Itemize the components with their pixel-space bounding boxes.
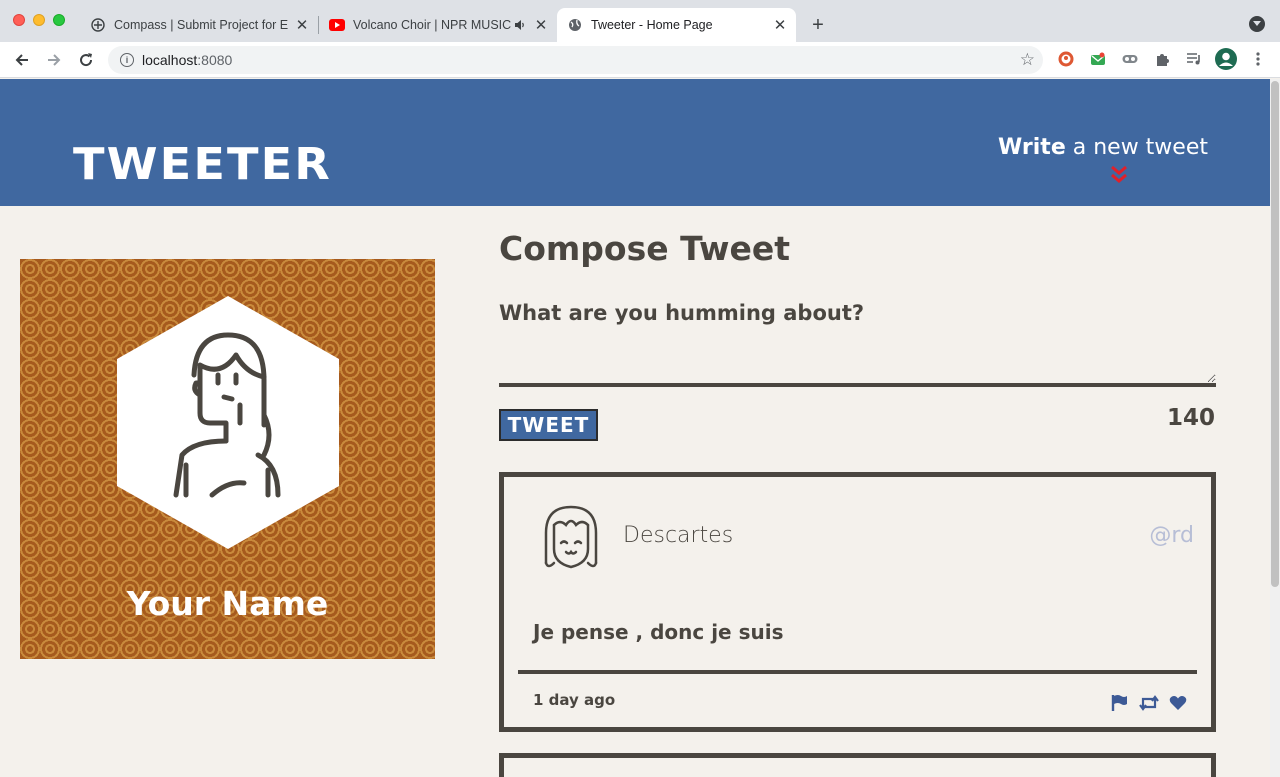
- tweeter-logo[interactable]: TWEETER: [73, 139, 332, 190]
- url-host: localhost: [142, 52, 198, 68]
- close-window-button[interactable]: [13, 14, 25, 26]
- reload-icon[interactable]: [76, 50, 96, 70]
- tweet-author-handle: @rd: [1149, 523, 1194, 548]
- double-chevron-down-icon[interactable]: [1110, 165, 1128, 185]
- address-bar[interactable]: i localhost:8080 ☆: [108, 46, 1043, 74]
- tweet-card-partial: [499, 753, 1216, 777]
- tab-search-icon[interactable]: [1249, 16, 1265, 32]
- browser-tab-tweeter[interactable]: Tweeter - Home Page ✕: [557, 8, 796, 42]
- compass-icon: [90, 17, 106, 33]
- write-new-tweet-link[interactable]: Write a new tweet: [998, 135, 1208, 160]
- reader-extension-icon[interactable]: [1121, 50, 1139, 68]
- browser-menu-icon[interactable]: [1249, 50, 1267, 68]
- profile-name: Your Name: [126, 584, 329, 623]
- flag-icon[interactable]: [1109, 693, 1129, 713]
- write-link-rest: a new tweet: [1065, 135, 1208, 160]
- forward-arrow-icon[interactable]: [44, 50, 64, 70]
- scrollbar-thumb[interactable]: [1271, 81, 1279, 587]
- url-text: localhost:8080: [142, 52, 232, 68]
- tweet-text-input[interactable]: [499, 331, 1216, 387]
- tab-title: Volcano Choir | NPR MUSIC: [353, 18, 512, 32]
- media-queue-icon[interactable]: [1185, 50, 1203, 68]
- extensions-puzzle-icon[interactable]: [1153, 50, 1171, 68]
- tweet-author-avatar-icon: [544, 505, 598, 569]
- minimize-window-button[interactable]: [33, 14, 45, 26]
- write-link-bold: Write: [998, 135, 1066, 160]
- maximize-window-button[interactable]: [53, 14, 65, 26]
- browser-tab-bar: Compass | Submit Project for E ✕ Volcano…: [0, 0, 1280, 42]
- profile-avatar-icon[interactable]: [1215, 48, 1237, 70]
- close-tab-icon[interactable]: ✕: [772, 17, 788, 34]
- youtube-icon: [329, 17, 345, 33]
- tweet-divider: [518, 670, 1197, 674]
- tweet-author-name: Descartes: [623, 523, 734, 548]
- character-counter: 140: [1166, 405, 1215, 431]
- page-scrollbar[interactable]: [1270, 79, 1280, 777]
- duckduckgo-extension-icon[interactable]: [1057, 50, 1075, 68]
- mail-extension-icon[interactable]: [1089, 50, 1107, 68]
- browser-toolbar: i localhost:8080 ☆: [0, 42, 1280, 78]
- profile-avatar: [117, 296, 339, 549]
- retweet-icon[interactable]: [1137, 693, 1161, 713]
- tweet-timestamp: 1 day ago: [533, 691, 616, 709]
- heart-icon[interactable]: [1168, 693, 1188, 713]
- tweet-submit-button[interactable]: TWEET: [499, 409, 598, 441]
- bookmark-star-icon[interactable]: ☆: [1020, 50, 1035, 70]
- back-arrow-icon[interactable]: [12, 50, 32, 70]
- browser-tab-compass[interactable]: Compass | Submit Project for E ✕: [80, 8, 318, 42]
- browser-tab-volcano-choir[interactable]: Volcano Choir | NPR MUSIC ✕: [319, 8, 557, 42]
- compose-prompt-label: What are you humming about?: [499, 301, 865, 325]
- new-tab-button[interactable]: +: [806, 13, 830, 37]
- site-info-icon[interactable]: i: [120, 53, 134, 67]
- url-port: :8080: [197, 52, 233, 68]
- site-header: TWEETER Write a new tweet: [0, 79, 1270, 206]
- close-tab-icon[interactable]: ✕: [294, 17, 310, 34]
- compose-tweet-title: Compose Tweet: [499, 229, 790, 268]
- tab-title: Tweeter - Home Page: [591, 18, 713, 32]
- tab-title: Compass | Submit Project for E: [114, 18, 288, 32]
- globe-icon: [567, 17, 583, 33]
- close-tab-icon[interactable]: ✕: [533, 17, 549, 34]
- page-viewport: TWEETER Write a new tweet Your Name Comp…: [0, 79, 1270, 777]
- speaker-icon[interactable]: [513, 17, 527, 33]
- tweet-card: Descartes @rd Je pense , donc je suis 1 …: [499, 472, 1216, 732]
- tweet-content: Je pense , donc je suis: [533, 620, 784, 644]
- profile-card: Your Name: [20, 259, 435, 659]
